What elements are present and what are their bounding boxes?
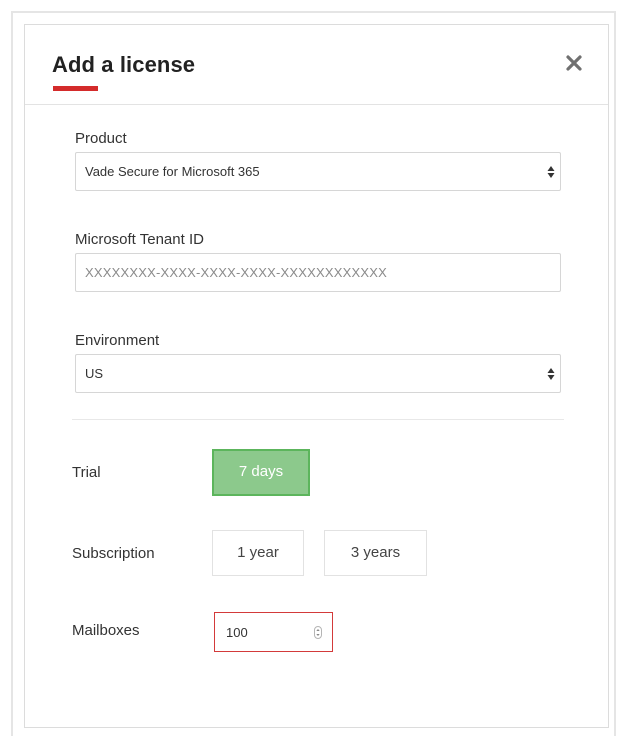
subscription-3-years-button[interactable]: 3 years [324, 530, 427, 576]
title-accent-bar [53, 86, 98, 91]
dialog-title: Add a license [52, 52, 196, 77]
mailboxes-value: 100 [226, 625, 248, 640]
add-license-dialog: Add a license Product Vade Secure for Mi… [24, 24, 609, 728]
product-select[interactable]: Vade Secure for Microsoft 365 [75, 152, 561, 191]
mailboxes-label: Mailboxes [72, 622, 140, 639]
close-icon [566, 55, 582, 71]
mailboxes-input[interactable]: 100 [214, 612, 333, 652]
number-spinner-icon[interactable] [314, 626, 322, 639]
tenant-id-label: Microsoft Tenant ID [75, 231, 204, 248]
subscription-label: Subscription [72, 545, 155, 562]
environment-label: Environment [75, 332, 160, 349]
environment-select[interactable]: US [75, 354, 561, 393]
tenant-id-placeholder: XXXXXXXX-XXXX-XXXX-XXXX-XXXXXXXXXXXX [85, 265, 387, 280]
product-selected-value: Vade Secure for Microsoft 365 [85, 164, 260, 179]
close-button[interactable] [564, 53, 584, 73]
tenant-id-input[interactable]: XXXXXXXX-XXXX-XXXX-XXXX-XXXXXXXXXXXX [75, 253, 561, 292]
trial-label: Trial [72, 464, 101, 481]
trial-7-days-button[interactable]: 7 days [212, 449, 310, 496]
dialog-header: Add a license [25, 25, 608, 105]
section-divider [72, 419, 564, 420]
environment-selected-value: US [85, 366, 104, 381]
subscription-1-year-button[interactable]: 1 year [212, 530, 304, 576]
select-arrows-icon [547, 368, 555, 380]
product-label: Product [75, 130, 127, 147]
select-arrows-icon [547, 166, 555, 178]
